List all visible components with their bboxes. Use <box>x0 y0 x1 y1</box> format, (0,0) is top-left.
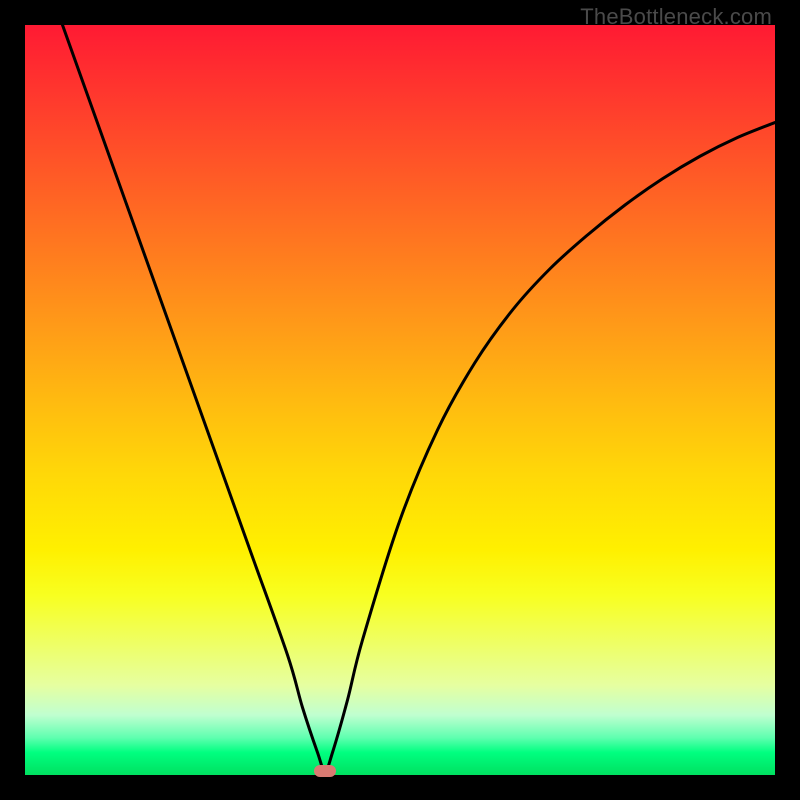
watermark-text: TheBottleneck.com <box>580 4 772 30</box>
bottleneck-curve <box>25 25 775 775</box>
chart-plot-area <box>25 25 775 775</box>
optimal-point-marker <box>314 765 336 777</box>
